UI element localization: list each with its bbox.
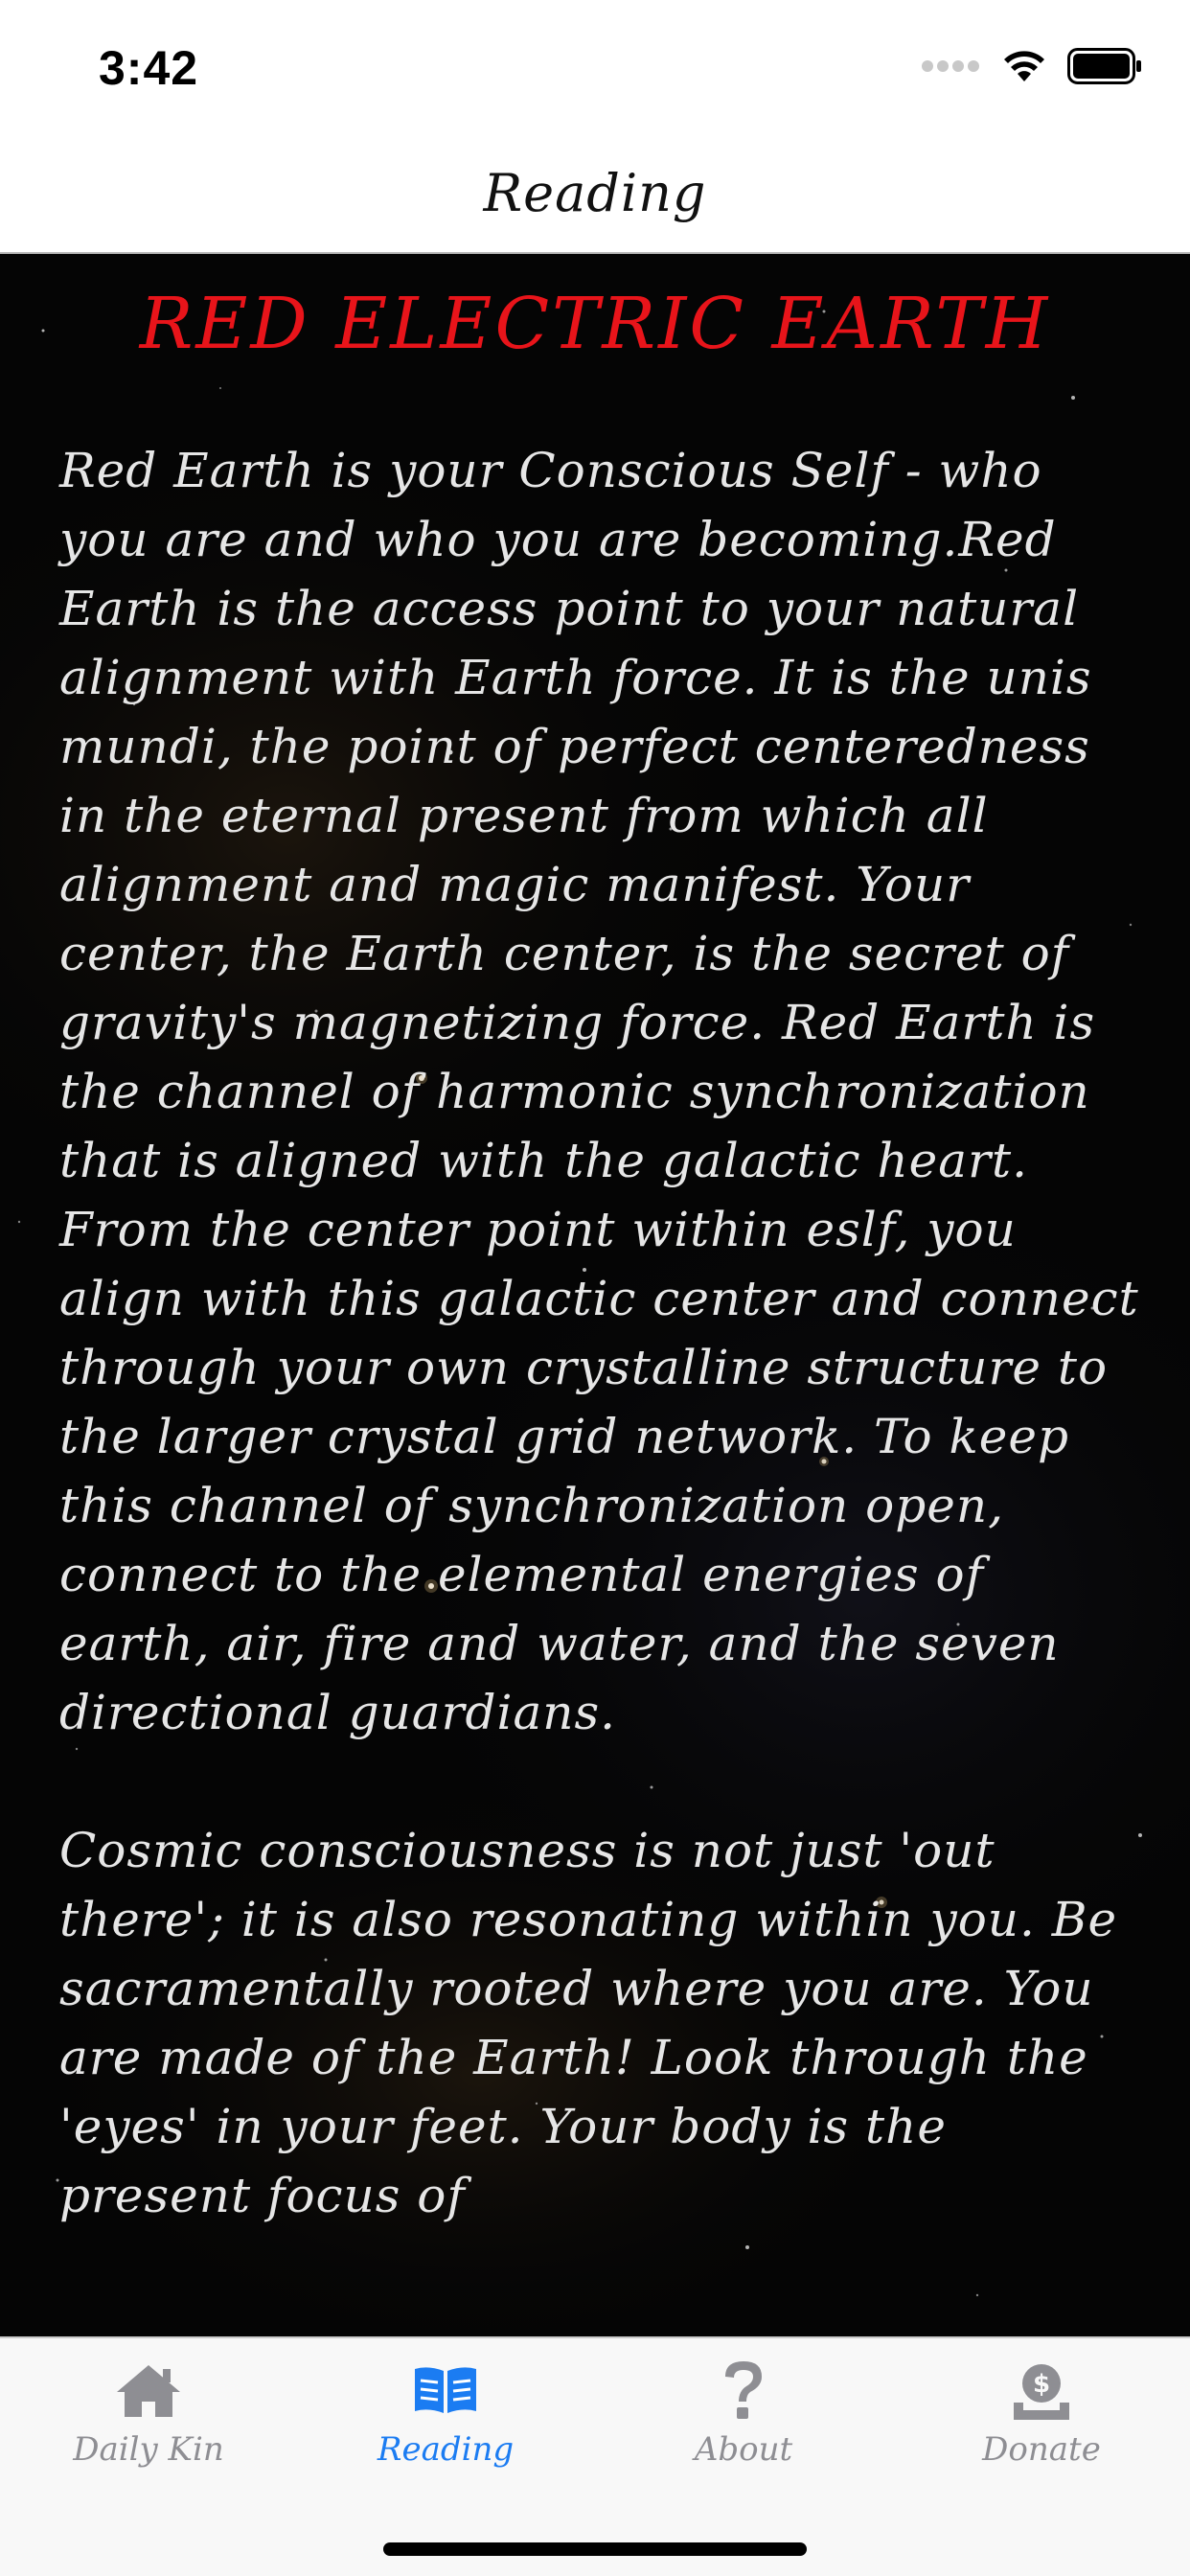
status-icons <box>922 48 1142 84</box>
tab-about[interactable]: About <box>595 2359 892 2494</box>
battery-icon <box>1067 48 1141 84</box>
tab-daily-kin[interactable]: Daily Kin <box>0 2359 297 2494</box>
tab-bar: Daily Kin Reading About $ Donate <box>0 2336 1190 2576</box>
question-icon <box>708 2359 779 2423</box>
wifi-icon <box>1004 51 1044 81</box>
reading-paragraph: Red Earth is your Conscious Self - who y… <box>59 443 1139 1740</box>
reading-paragraph: Cosmic consciousness is not just 'out th… <box>59 1823 1118 2223</box>
status-bar: 3:42 <box>0 0 1190 134</box>
navigation-bar: Reading <box>0 134 1190 254</box>
tab-label: Daily Kin <box>73 2430 224 2469</box>
tab-donate[interactable]: $ Donate <box>893 2359 1190 2494</box>
svg-text:$: $ <box>1033 2370 1050 2399</box>
tab-label: Donate <box>982 2430 1101 2469</box>
tab-label: About <box>694 2430 793 2469</box>
reading-scroll-view[interactable]: RED ELECTRIC EARTH Red Earth is your Con… <box>0 254 1190 2336</box>
home-icon <box>113 2359 184 2423</box>
reading-title: RED ELECTRIC EARTH <box>139 283 1051 365</box>
cellular-signal-icon <box>922 60 979 72</box>
tab-label: Reading <box>377 2430 515 2469</box>
reading-body: Red Earth is your Conscious Self - who y… <box>59 436 1142 2299</box>
page-title: Reading <box>483 163 707 223</box>
donate-icon: $ <box>1006 2359 1077 2423</box>
screen: 3:42 Reading RED ELECTRIC EARTH Red Eart… <box>0 0 1190 2576</box>
home-indicator[interactable] <box>383 2542 807 2556</box>
status-time: 3:42 <box>99 41 199 95</box>
book-icon <box>410 2359 481 2423</box>
tab-reading[interactable]: Reading <box>297 2359 594 2494</box>
